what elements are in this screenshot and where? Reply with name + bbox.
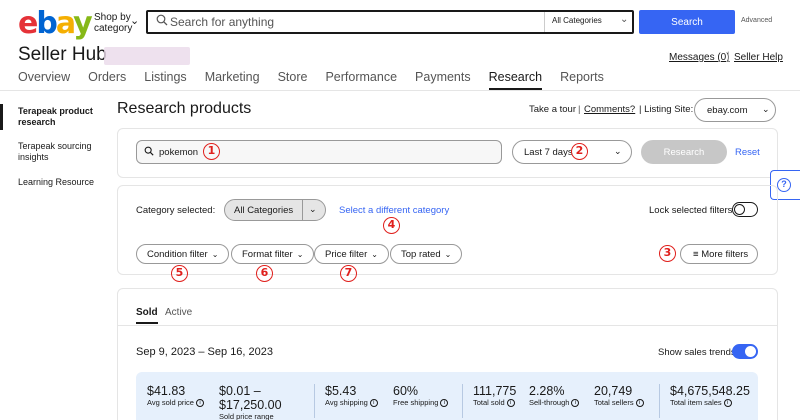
annotation-badge-3: 3 — [659, 245, 676, 262]
chevron-down-icon: ⌄ — [130, 15, 140, 27]
divider — [0, 90, 800, 91]
top-rated-chip[interactable]: Top rated ⌄ — [390, 244, 463, 264]
period-value: Last 7 days — [524, 147, 573, 158]
tab-performance[interactable]: Performance — [325, 70, 397, 90]
tab-research[interactable]: Research — [488, 70, 543, 90]
price-filter-chip[interactable]: Price filter ⌄ — [314, 244, 389, 264]
more-filters-button[interactable]: ≡ More filters — [680, 244, 758, 264]
chevron-down-icon: ⌄ — [762, 104, 770, 114]
stat-total-item-sales: $4,675,548.25 Total item sales i — [670, 384, 750, 408]
toggle-knob — [745, 346, 756, 357]
shop-by-category-button[interactable]: Shop by category — [94, 12, 132, 34]
info-icon[interactable]: i — [571, 399, 580, 408]
advanced-search-link[interactable]: Advanced — [741, 17, 772, 24]
search-input[interactable] — [170, 13, 540, 31]
chevron-down-icon: ⌄ — [296, 250, 304, 259]
sidebar-item-learning-resource[interactable]: Learning Resource — [18, 177, 102, 188]
search-icon — [156, 14, 168, 26]
research-button[interactable]: Research — [641, 140, 727, 164]
category-select[interactable]: All Categories — [552, 16, 602, 25]
category-selected-label: Category selected: — [136, 205, 216, 216]
divider — [118, 325, 777, 326]
chevron-down-icon: ⌄ — [614, 146, 622, 156]
filter-lines-icon: ≡ — [693, 249, 702, 260]
divider — [462, 384, 463, 418]
research-title: Research products — [117, 100, 252, 117]
tab-listings[interactable]: Listings — [144, 70, 186, 90]
redacted-store-name — [104, 47, 190, 65]
annotation-badge-2: 2 — [571, 143, 588, 160]
divider — [302, 200, 303, 220]
divider: | — [578, 104, 581, 115]
info-icon[interactable]: i — [723, 399, 732, 408]
tab-store[interactable]: Store — [278, 70, 308, 90]
sidebar-active-indicator — [0, 104, 3, 130]
sidebar-item-product-research[interactable]: Terapeak product research — [18, 106, 102, 128]
stat-avg-shipping: $5.43 Avg shipping i — [325, 384, 378, 408]
tab-active[interactable]: Active — [165, 307, 192, 318]
listing-site-label: | Listing Site: — [639, 104, 694, 115]
help-icon: ? — [777, 178, 791, 192]
keyword-value: pokemon — [159, 147, 199, 158]
tab-marketing[interactable]: Marketing — [205, 70, 260, 90]
toggle-knob — [734, 204, 745, 215]
divider — [544, 12, 545, 32]
chevron-down-icon: ⌄ — [620, 14, 629, 25]
category-value: All Categories — [234, 205, 294, 216]
annotation-badge-7: 7 — [340, 265, 357, 282]
chevron-down-icon: ⌄ — [309, 204, 317, 214]
divider — [314, 384, 315, 418]
chevron-down-icon: ⌄ — [371, 250, 378, 259]
divider — [659, 384, 660, 418]
annotation-badge-6: 6 — [256, 265, 273, 282]
info-icon[interactable]: i — [369, 399, 378, 408]
info-icon[interactable]: i — [506, 399, 515, 408]
annotation-badge-1: 1 — [203, 143, 220, 160]
reset-link[interactable]: Reset — [735, 147, 760, 158]
stat-avg-sold-price: $41.83 Avg sold price i — [147, 384, 204, 408]
page-title: Seller Hub — [18, 44, 107, 65]
tab-payments[interactable]: Payments — [415, 70, 471, 90]
format-filter-chip[interactable]: Format filter ⌄ — [231, 244, 315, 264]
tab-overview[interactable]: Overview — [18, 70, 70, 90]
date-range: Sep 9, 2023 – Sep 16, 2023 — [136, 346, 274, 358]
select-different-category-link[interactable]: Select a different category — [339, 205, 449, 216]
divider: | — [727, 51, 730, 62]
annotation-badge-5: 5 — [171, 265, 188, 282]
stat-free-shipping: 60% Free shipping i — [393, 384, 449, 408]
sidebar-item-sourcing-insights[interactable]: Terapeak sourcing insights — [18, 141, 102, 163]
seller-hub-nav: Overview Orders Listings Marketing Store… — [18, 70, 622, 90]
annotation-badge-4: 4 — [383, 217, 400, 234]
stat-sell-through: 2.28% Sell-through i — [529, 384, 580, 408]
condition-filter-chip[interactable]: Condition filter ⌄ — [136, 244, 230, 264]
stat-total-sold: 111,775 Total sold i — [473, 384, 517, 408]
search-button[interactable]: Search — [639, 10, 735, 34]
seller-help-link[interactable]: Seller Help — [734, 52, 783, 63]
tab-sold[interactable]: Sold — [136, 307, 158, 324]
take-tour-link[interactable]: Take a tour — [529, 104, 576, 115]
sales-trends-label: Show sales trends — [658, 347, 736, 358]
info-icon[interactable]: i — [635, 399, 644, 408]
messages-link[interactable]: Messages (0) — [669, 52, 730, 63]
chevron-down-icon: ⌄ — [444, 250, 452, 259]
comments-link[interactable]: Comments? — [584, 104, 635, 115]
chevron-down-icon: ⌄ — [211, 250, 219, 259]
info-icon[interactable]: i — [440, 399, 449, 408]
tab-reports[interactable]: Reports — [560, 70, 604, 90]
ebay-logo[interactable]: ebay — [18, 6, 93, 41]
stat-sold-price-range: $0.01 – $17,250.00 Sold price range — [219, 384, 282, 420]
lock-filters-label: Lock selected filters — [649, 205, 733, 216]
tab-orders[interactable]: Orders — [88, 70, 126, 90]
info-icon[interactable]: i — [195, 399, 204, 408]
stat-total-sellers: 20,749 Total sellers i — [594, 384, 644, 408]
search-icon — [144, 146, 154, 156]
